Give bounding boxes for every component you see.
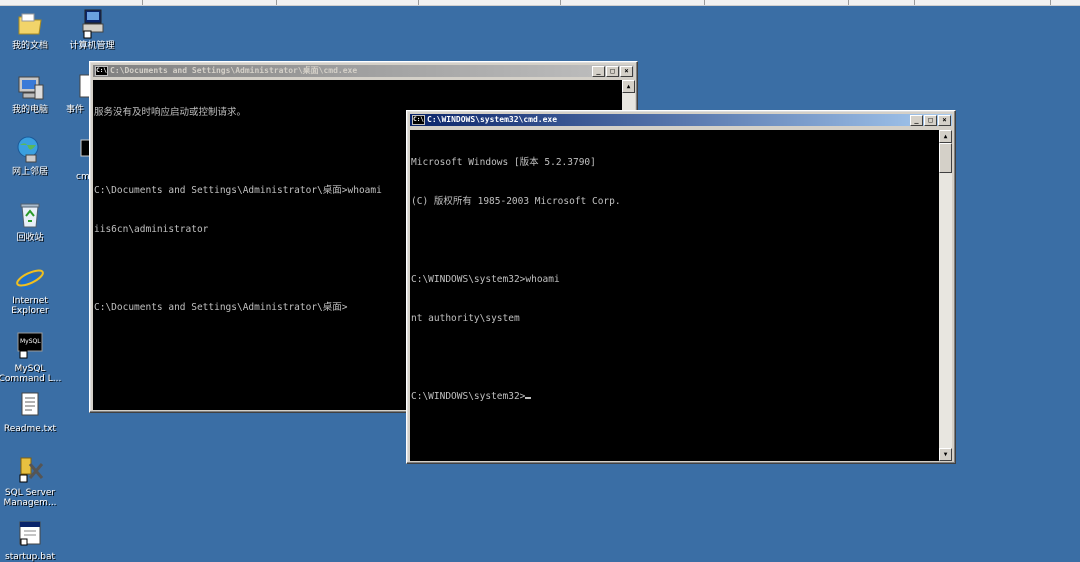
my-computer-icon xyxy=(14,71,46,103)
maximize-button[interactable]: □ xyxy=(606,66,619,77)
recycle-bin-icon xyxy=(14,199,46,231)
desktop-icon-label: startup.bat xyxy=(5,552,55,562)
desktop-icon-label: 回收站 xyxy=(16,233,44,243)
desktop-icon-mysql[interactable]: MySQL MySQL Command L... xyxy=(0,330,62,384)
scroll-down-button[interactable]: ▼ xyxy=(939,448,952,461)
desktop-icon-label: 网上邻居 xyxy=(11,167,48,177)
desktop-icon-label: 计算机管理 xyxy=(69,41,115,51)
text-cursor xyxy=(525,397,532,399)
desktop-icon-label: Internet Explorer xyxy=(11,296,49,316)
minimize-button[interactable]: _ xyxy=(592,66,605,77)
mysql-icon: MySQL xyxy=(14,330,46,362)
console-line: C:\WINDOWS\system32>whoami xyxy=(411,274,560,285)
close-button[interactable]: × xyxy=(938,115,951,126)
desktop-icon-internet-explorer[interactable]: e Internet Explorer xyxy=(0,262,62,316)
desktop-icon-recycle-bin[interactable]: 回收站 xyxy=(0,199,62,243)
desktop-icon-readme[interactable]: Readme.txt xyxy=(0,390,62,434)
desktop-icon-sql-server[interactable]: SQL Server Managem... xyxy=(0,454,62,508)
top-strip xyxy=(0,0,1080,6)
scroll-thumb[interactable] xyxy=(939,143,952,173)
desktop-icon-label: 我的电脑 xyxy=(11,105,48,115)
desktop-icon-network-places[interactable]: 网上邻居 xyxy=(0,133,62,177)
console-line: (C) 版权所有 1985-2003 Microsoft Corp. xyxy=(411,196,621,207)
desktop-icon-label: Readme.txt xyxy=(3,424,57,434)
window-title: C:\WINDOWS\system32\cmd.exe xyxy=(427,115,558,124)
folder-icon xyxy=(14,7,46,39)
close-button[interactable]: × xyxy=(620,66,633,77)
minimize-button[interactable]: _ xyxy=(910,115,923,126)
bat-file-icon xyxy=(14,518,46,550)
network-places-icon xyxy=(14,133,46,165)
text-file-icon xyxy=(14,390,46,422)
maximize-button[interactable]: □ xyxy=(924,115,937,126)
desktop-icon-label: cmd xyxy=(76,172,90,182)
console-prompt-line: C:\WINDOWS\system32> xyxy=(411,390,940,403)
window-titlebar[interactable]: C:\ C:\WINDOWS\system32\cmd.exe _ □ × xyxy=(410,114,952,126)
desktop-icon-label: 事件 xyxy=(66,105,85,115)
desktop-icon-my-documents[interactable]: 我的文档 xyxy=(0,7,62,51)
desktop-icon-label: SQL Server Managem... xyxy=(3,488,57,508)
cmd-window-active[interactable]: C:\ C:\WINDOWS\system32\cmd.exe _ □ × Micro… xyxy=(406,110,956,464)
console-output[interactable]: Microsoft Windows [版本 5.2.3790] (C) 版权所有… xyxy=(410,130,940,461)
desktop-icon-my-computer[interactable]: 我的电脑 xyxy=(0,71,62,115)
scroll-up-button[interactable]: ▲ xyxy=(622,80,635,93)
desktop-icon-cmd[interactable]: cmd xyxy=(72,138,90,182)
scroll-up-button[interactable]: ▲ xyxy=(939,130,952,143)
window-title: C:\Documents and Settings\Administrator\… xyxy=(110,66,358,75)
svg-text:MySQL: MySQL xyxy=(20,338,41,345)
console-line: Microsoft Windows [版本 5.2.3790] xyxy=(411,157,596,168)
ie-icon: e xyxy=(14,262,46,296)
cmd-icon: C:\ xyxy=(95,65,108,76)
console-prompt: C:\WINDOWS\system32> xyxy=(411,391,526,402)
event-viewer-icon xyxy=(76,71,90,103)
window-titlebar[interactable]: C:\ C:\Documents and Settings\Administrat… xyxy=(93,65,634,77)
console-line: nt authority\system xyxy=(411,313,520,324)
computer-management-icon xyxy=(76,7,108,39)
sql-server-icon xyxy=(14,454,46,486)
desktop-icon-startup-bat[interactable]: startup.bat xyxy=(0,518,62,562)
desktop-icon-event-viewer[interactable]: 事件 xyxy=(60,71,90,115)
desktop-icon-label: MySQL Command L... xyxy=(0,364,62,384)
cmd-icon: C:\ xyxy=(412,114,425,125)
desktop-icon-label: 我的文档 xyxy=(11,41,48,51)
vertical-scrollbar[interactable]: ▲ ▼ xyxy=(939,130,952,461)
svg-text:e: e xyxy=(20,263,38,294)
desktop-icon-computer-management[interactable]: 计算机管理 xyxy=(60,7,124,51)
